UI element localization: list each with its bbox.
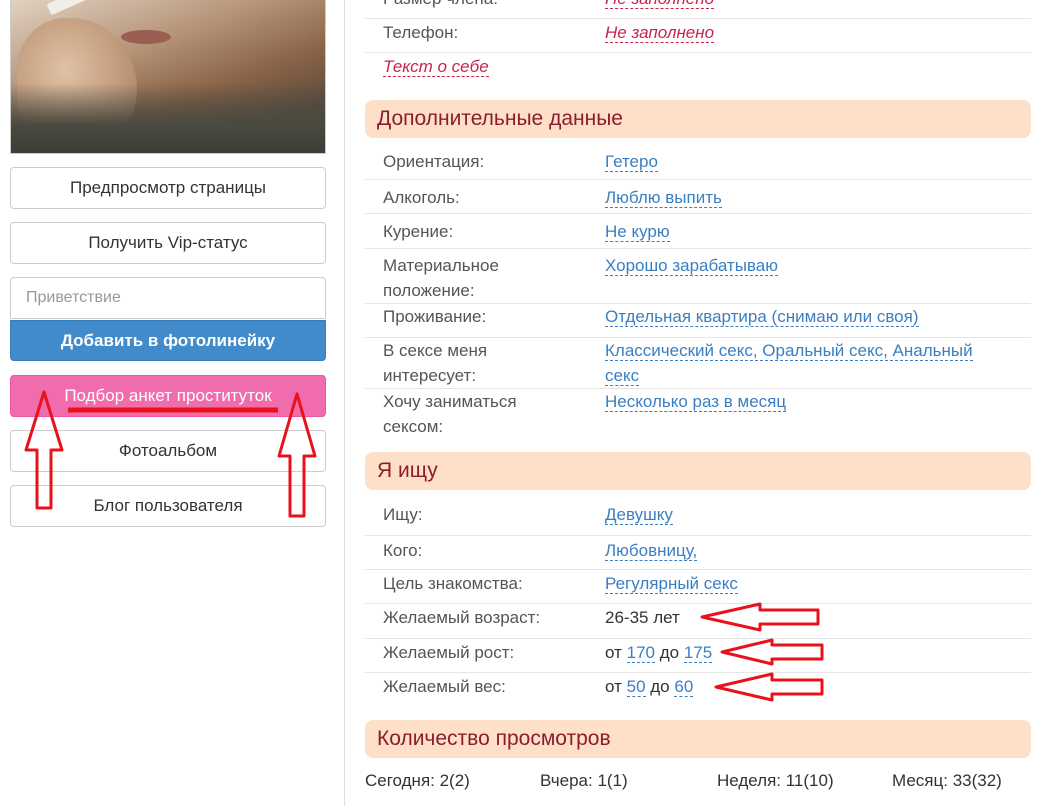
detail-label: Курение:	[383, 222, 454, 241]
photoalbum-button[interactable]: Фотоальбом	[10, 430, 326, 472]
value-link[interactable]: Не курю	[605, 222, 670, 242]
detail-label: В сексе меня интересует:	[383, 341, 488, 385]
detail-value: Регулярный секс	[605, 571, 1025, 596]
detail-value: Классический секс, Оральный секс, Анальн…	[605, 338, 990, 388]
to-word: до	[659, 643, 680, 662]
value-link[interactable]: Отдельная квартира (снимаю или своя)	[605, 307, 919, 327]
preview-page-button[interactable]: Предпросмотр страницы	[10, 167, 326, 209]
greeting-input[interactable]	[10, 277, 326, 319]
detail-value: Люблю выпить	[605, 185, 1025, 210]
detail-label: Желаемый вес:	[383, 677, 506, 696]
detail-value: Любовницу,	[605, 538, 1025, 563]
detail-row: Курение: Не курю	[365, 213, 1031, 248]
photo-lips	[121, 30, 171, 44]
views-month: Месяц: 33(32)	[892, 771, 1002, 790]
section-title-views: Количество просмотров	[365, 720, 1031, 758]
detail-row: В сексе меня интересует: Классический се…	[365, 337, 1031, 388]
detail-value: Не заполнено	[605, 0, 1025, 11]
user-blog-button[interactable]: Блог пользователя	[10, 485, 326, 527]
detail-label: Ориентация:	[383, 152, 485, 171]
detail-label: Проживание:	[383, 307, 487, 326]
about-me-cell: Текст о себе	[383, 54, 588, 79]
value-link[interactable]: Регулярный секс	[605, 574, 738, 594]
detail-label: Телефон:	[383, 23, 459, 42]
sidebar: Предпросмотр страницы Получить Vip-стату…	[0, 0, 345, 806]
section-title-seeking: Я ищу	[365, 452, 1031, 490]
desired-weight-value: от 50 до 60	[605, 674, 1025, 699]
detail-row: Размер члена: Не заполнено	[365, 0, 1031, 18]
empty-value-link[interactable]: Не заполнено	[605, 0, 715, 9]
weight-to-link[interactable]: 60	[674, 677, 694, 697]
detail-value: Несколько раз в месяц	[605, 389, 1025, 414]
detail-row: Текст о себе	[365, 52, 1031, 88]
photo-shirt	[11, 83, 325, 153]
detail-row: Алкоголь: Люблю выпить	[365, 179, 1031, 213]
detail-row: Желаемый вес: от 50 до 60	[365, 672, 1031, 708]
detail-row: Проживание: Отдельная квартира (снимаю и…	[365, 303, 1031, 337]
value-link[interactable]: Гетеро	[605, 152, 658, 172]
detail-row: Хочу заниматься сексом: Несколько раз в …	[365, 388, 1031, 440]
detail-label: Размер члена:	[383, 0, 588, 11]
height-to-link[interactable]: 175	[683, 643, 713, 663]
detail-row: Ищу: Девушку	[365, 500, 1031, 535]
view-stats: Сегодня: 2(2) Вчера: 1(1) Неделя: 11(10)…	[365, 771, 1031, 795]
detail-label: Желаемый рост:	[383, 643, 515, 662]
detail-label: Алкоголь:	[383, 188, 460, 207]
add-photoline-button[interactable]: Добавить в фотолинейку	[10, 320, 326, 361]
views-today: Сегодня: 2(2)	[365, 771, 470, 790]
photo-cigarette	[46, 0, 96, 16]
detail-row: Желаемый рост: от 170 до 175	[365, 638, 1031, 672]
detail-value: Не заполнено	[605, 20, 1025, 45]
weight-from-link[interactable]: 50	[626, 677, 646, 697]
detail-value: Хорошо зарабатываю	[605, 253, 1025, 278]
empty-value-link[interactable]: Не заполнено	[605, 23, 715, 43]
desired-age-value: 26-35 лет	[605, 608, 680, 627]
views-yesterday: Вчера: 1(1)	[540, 771, 628, 790]
section-title-additional: Дополнительные данные	[365, 100, 1031, 138]
vip-status-button[interactable]: Получить Vip-статус	[10, 222, 326, 264]
value-link[interactable]: Классический секс, Оральный секс, Анальн…	[605, 341, 973, 386]
from-word: от	[605, 677, 622, 696]
detail-value: Гетеро	[605, 149, 1025, 174]
profile-photo[interactable]	[10, 0, 326, 154]
detail-label: Хочу заниматься сексом:	[383, 392, 517, 436]
detail-row: Материальное положение: Хорошо зарабатыв…	[365, 248, 1031, 303]
from-word: от	[605, 643, 622, 662]
to-word: до	[650, 677, 670, 696]
value-link[interactable]: Девушку	[605, 505, 673, 525]
detail-label: Материальное положение:	[383, 256, 499, 300]
desired-height-value: от 170 до 175	[605, 640, 1025, 665]
value-link[interactable]: Хорошо зарабатываю	[605, 256, 778, 276]
detail-value: Девушку	[605, 502, 1025, 527]
height-from-link[interactable]: 170	[626, 643, 655, 663]
detail-row: Кого: Любовницу,	[365, 535, 1031, 569]
detail-label: Желаемый возраст:	[383, 608, 541, 627]
detail-row: Цель знакомства: Регулярный секс	[365, 569, 1031, 603]
detail-value: Отдельная квартира (снимаю или своя)	[605, 304, 1025, 329]
detail-label: Ищу:	[383, 505, 423, 524]
detail-row: Ориентация: Гетеро	[365, 148, 1031, 179]
value-link[interactable]: Люблю выпить	[605, 188, 722, 208]
detail-row: Желаемый возраст: 26-35 лет	[365, 603, 1031, 638]
value-link[interactable]: Любовницу,	[605, 541, 698, 561]
views-week: Неделя: 11(10)	[717, 771, 834, 790]
detail-label: Кого:	[383, 541, 423, 560]
detail-row: Телефон: Не заполнено	[365, 18, 1031, 52]
detail-label: Цель знакомства:	[383, 574, 523, 593]
detail-value: Не курю	[605, 219, 1025, 244]
escort-selection-button[interactable]: Подбор анкет проституток	[10, 375, 326, 417]
value-link[interactable]: Несколько раз в месяц	[605, 392, 787, 412]
about-me-link[interactable]: Текст о себе	[383, 57, 489, 77]
